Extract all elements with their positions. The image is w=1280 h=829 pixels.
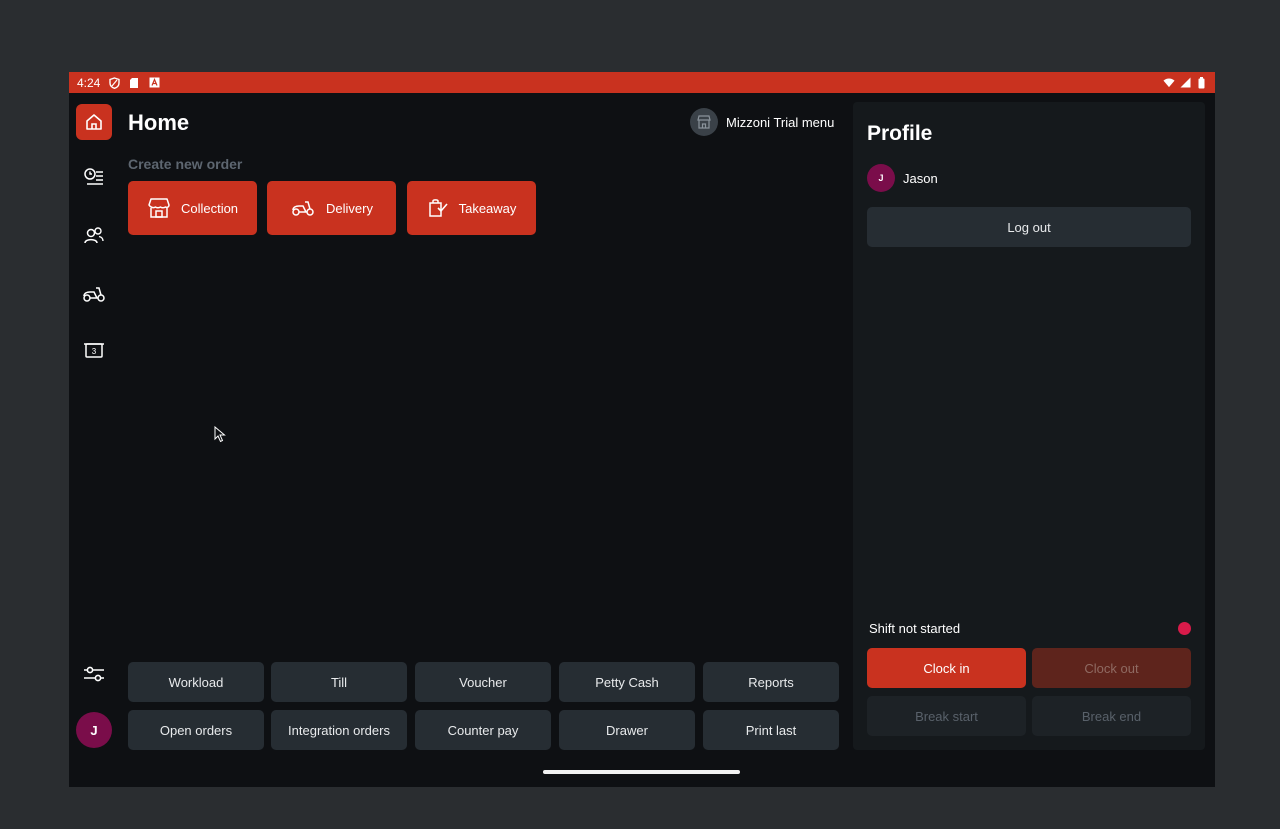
clock-in-button[interactable]: Clock in <box>867 648 1026 688</box>
users-icon <box>84 227 104 244</box>
sliders-icon <box>84 666 104 682</box>
sd-card-icon <box>128 77 140 89</box>
wifi-icon <box>1163 77 1175 89</box>
till-button[interactable]: Till <box>271 662 407 702</box>
counter-pay-button[interactable]: Counter pay <box>415 710 551 750</box>
storefront-icon <box>690 108 718 136</box>
sidebar: 3 J <box>69 93 119 787</box>
user-name: Jason <box>903 170 938 186</box>
keyboard-a-icon <box>148 77 160 89</box>
menu-name: Mizzoni Trial menu <box>726 114 835 130</box>
status-dot <box>1178 622 1191 635</box>
status-time: 4:24 <box>77 75 101 90</box>
clock-list-icon <box>84 168 103 185</box>
sidebar-item-counter[interactable]: 3 <box>76 332 112 368</box>
petty-cash-button[interactable]: Petty Cash <box>559 662 695 702</box>
sidebar-item-customers[interactable] <box>76 218 112 254</box>
delivery-label: Delivery <box>326 200 373 216</box>
print-last-button[interactable]: Print last <box>703 710 839 750</box>
page-title: Home <box>128 110 190 135</box>
user-row: J Jason <box>867 164 938 192</box>
shift-status: Shift not started <box>869 621 961 636</box>
clock-out-button[interactable]: Clock out <box>1032 648 1191 688</box>
user-avatar: J <box>867 164 895 192</box>
workload-button[interactable]: Workload <box>128 662 264 702</box>
scooter-icon <box>83 287 105 302</box>
sidebar-item-orders[interactable] <box>76 160 112 196</box>
svg-text:3: 3 <box>92 347 97 356</box>
avatar[interactable]: J <box>76 712 112 748</box>
profile-title: Profile <box>867 122 933 145</box>
collection-label: Collection <box>180 200 239 216</box>
takeaway-label: Takeaway <box>458 200 517 216</box>
mouse-cursor-icon <box>214 426 226 443</box>
shift-status-row: Shift not started <box>869 621 1191 636</box>
device-screen: 4:24 3 J Home Mizzoni Trial menu Create … <box>69 72 1215 787</box>
takeaway-button[interactable]: Takeaway <box>407 181 536 235</box>
drawer-button[interactable]: Drawer <box>559 710 695 750</box>
home-icon <box>86 114 102 130</box>
battery-icon <box>1195 76 1207 89</box>
integration-orders-button[interactable]: Integration orders <box>271 710 407 750</box>
profile-panel: Profile J Jason Log out Shift not starte… <box>853 102 1205 750</box>
log-out-button[interactable]: Log out <box>867 207 1191 247</box>
storefront-icon <box>148 198 170 218</box>
break-start-button[interactable]: Break start <box>867 696 1026 736</box>
voucher-button[interactable]: Voucher <box>415 662 551 702</box>
scooter-icon <box>292 201 314 216</box>
open-orders-button[interactable]: Open orders <box>128 710 264 750</box>
collection-button[interactable]: Collection <box>128 181 257 235</box>
delivery-button[interactable]: Delivery <box>267 181 396 235</box>
break-end-button[interactable]: Break end <box>1032 696 1191 736</box>
section-label: Create new order <box>128 156 243 172</box>
reports-button[interactable]: Reports <box>703 662 839 702</box>
settings-button[interactable] <box>76 656 112 692</box>
menu-selector[interactable]: Mizzoni Trial menu <box>690 108 834 136</box>
sidebar-item-delivery[interactable] <box>76 276 112 312</box>
sidebar-item-home[interactable] <box>76 104 112 140</box>
bag-check-icon <box>428 199 448 217</box>
status-bar: 4:24 <box>69 72 1215 93</box>
ticket-icon: 3 <box>84 343 104 358</box>
signal-icon <box>1179 77 1191 89</box>
shield-icon <box>108 76 120 89</box>
gesture-home-indicator[interactable] <box>543 770 740 774</box>
